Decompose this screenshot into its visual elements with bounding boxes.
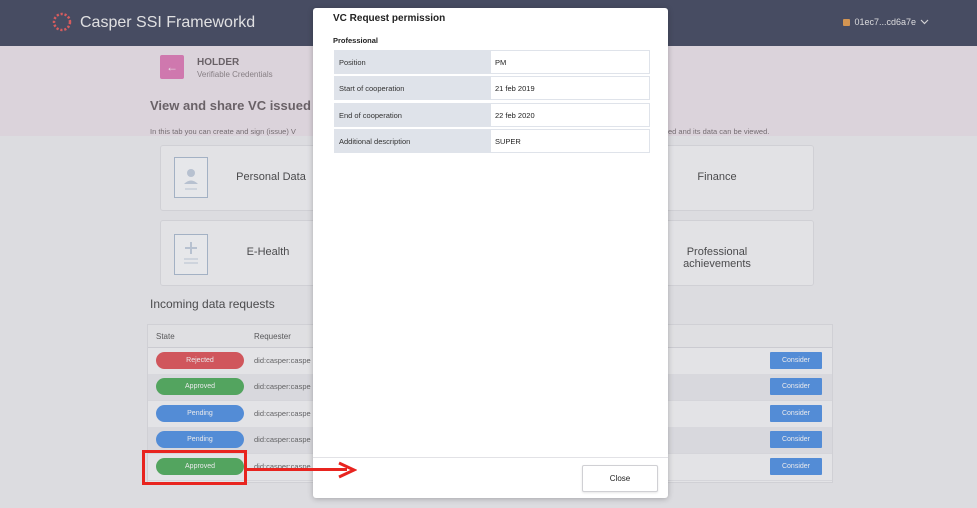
dialog-title: VC Request permission (333, 13, 446, 24)
field-value: PM (495, 57, 507, 67)
field-key: Additional description (335, 130, 491, 152)
annotation-highlight-box (142, 450, 247, 485)
dialog-footer-divider (313, 457, 668, 458)
field-row: Start of cooperation 21 feb 2019 (334, 76, 650, 100)
vc-request-permission-dialog: VC Request permission Professional Posit… (313, 8, 668, 498)
field-row: Position PM (334, 50, 650, 74)
field-key: Position (335, 51, 491, 73)
field-row: Additional description SUPER (334, 129, 650, 153)
close-button[interactable]: Close (582, 465, 658, 492)
dialog-section-title: Professional (333, 36, 379, 45)
field-value: 22 feb 2020 (495, 110, 535, 120)
annotation-arrow (247, 468, 347, 471)
field-key: End of cooperation (335, 104, 491, 126)
annotation-arrowhead-icon (338, 461, 357, 479)
field-key: Start of cooperation (335, 77, 491, 99)
field-value: SUPER (495, 136, 521, 146)
field-row: End of cooperation 22 feb 2020 (334, 103, 650, 127)
field-value: 21 feb 2019 (495, 83, 535, 93)
